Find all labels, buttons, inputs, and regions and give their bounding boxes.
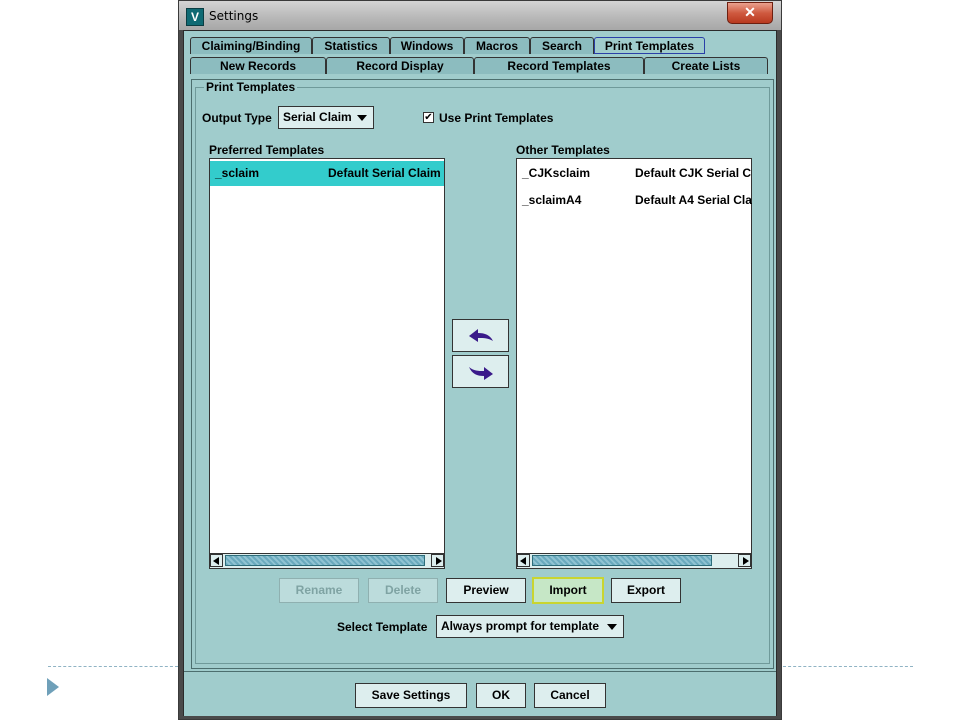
scroll-thumb[interactable] [225, 555, 425, 566]
import-button[interactable]: Import [532, 577, 604, 604]
output-type-dropdown[interactable]: Serial Claim [278, 106, 374, 129]
group-title: Print Templates [204, 80, 298, 94]
other-templates-label: Other Templates [516, 143, 610, 157]
tab-windows[interactable]: Windows [390, 37, 464, 54]
tab-record-templates[interactable]: Record Templates [474, 57, 644, 74]
tab-new-records[interactable]: New Records [190, 57, 326, 74]
slide-divider-right [783, 666, 913, 667]
dropdown-caret-icon [357, 115, 367, 121]
horizontal-scrollbar[interactable] [517, 553, 751, 568]
output-type-value: Serial Claim [283, 110, 352, 124]
tab-create-lists[interactable]: Create Lists [644, 57, 768, 74]
window-title: Settings [209, 9, 259, 23]
print-templates-group: Print Templates Output Type Serial Claim… [195, 80, 770, 664]
move-right-arrow-icon [468, 366, 493, 380]
template-description: Default Serial Claim [328, 166, 441, 180]
slide-divider-left [48, 666, 178, 667]
dialog-client-area: Claiming/Binding Statistics Windows Macr… [183, 30, 777, 716]
tab-print-templates[interactable]: Print Templates [594, 37, 705, 54]
select-template-label: Select Template [337, 620, 428, 634]
dropdown-caret-icon [607, 624, 617, 630]
slide-bullet-arrow-icon [47, 678, 59, 696]
use-print-templates-checkbox[interactable]: ✔ [423, 112, 434, 123]
title-bar: V Settings ✕ [179, 1, 781, 30]
preview-button[interactable]: Preview [446, 578, 526, 603]
template-description: Default A4 Serial Cla [635, 193, 752, 207]
use-print-templates-label: Use Print Templates [439, 111, 554, 125]
scroll-right-button[interactable] [738, 554, 751, 567]
dialog-button-bar: Save Settings OK Cancel [184, 671, 776, 716]
list-item[interactable]: _CJKsclaim Default CJK Serial C [517, 161, 751, 186]
close-button[interactable]: ✕ [727, 2, 773, 24]
settings-window: V Settings ✕ Claiming/Binding Statistics… [178, 0, 782, 720]
app-icon: V [186, 8, 204, 26]
save-settings-button[interactable]: Save Settings [355, 683, 467, 708]
move-to-preferred-button[interactable] [452, 319, 509, 352]
preferred-templates-list[interactable]: _sclaim Default Serial Claim [209, 158, 445, 569]
delete-button[interactable]: Delete [368, 578, 438, 603]
scroll-right-button[interactable] [431, 554, 444, 567]
list-item[interactable]: _sclaimA4 Default A4 Serial Cla [517, 188, 752, 213]
list-item[interactable]: _sclaim Default Serial Claim [210, 161, 444, 186]
tab-statistics[interactable]: Statistics [312, 37, 390, 54]
template-description: Default CJK Serial C [635, 166, 752, 180]
cancel-button[interactable]: Cancel [534, 683, 606, 708]
template-name: _sclaim [215, 166, 260, 180]
scroll-left-button[interactable] [517, 554, 530, 567]
select-template-dropdown[interactable]: Always prompt for template [436, 615, 624, 638]
rename-button[interactable]: Rename [279, 578, 359, 603]
tab-claiming-binding[interactable]: Claiming/Binding [190, 37, 312, 54]
scroll-left-button[interactable] [210, 554, 223, 567]
export-button[interactable]: Export [611, 578, 681, 603]
print-templates-panel: Print Templates Output Type Serial Claim… [191, 79, 774, 669]
template-name: _CJKsclaim [522, 166, 591, 180]
move-left-arrow-icon [468, 328, 493, 342]
template-name: _sclaimA4 [522, 193, 582, 207]
scroll-thumb[interactable] [532, 555, 712, 566]
other-templates-list[interactable]: _CJKsclaim Default CJK Serial C _sclaimA… [516, 158, 752, 569]
preferred-templates-label: Preferred Templates [209, 143, 325, 157]
tab-macros[interactable]: Macros [464, 37, 530, 54]
ok-button[interactable]: OK [476, 683, 526, 708]
select-template-value: Always prompt for template [441, 619, 600, 633]
horizontal-scrollbar[interactable] [210, 553, 444, 568]
tab-record-display[interactable]: Record Display [326, 57, 474, 74]
output-type-label: Output Type [202, 111, 272, 125]
tab-search[interactable]: Search [530, 37, 594, 54]
move-to-other-button[interactable] [452, 355, 509, 388]
